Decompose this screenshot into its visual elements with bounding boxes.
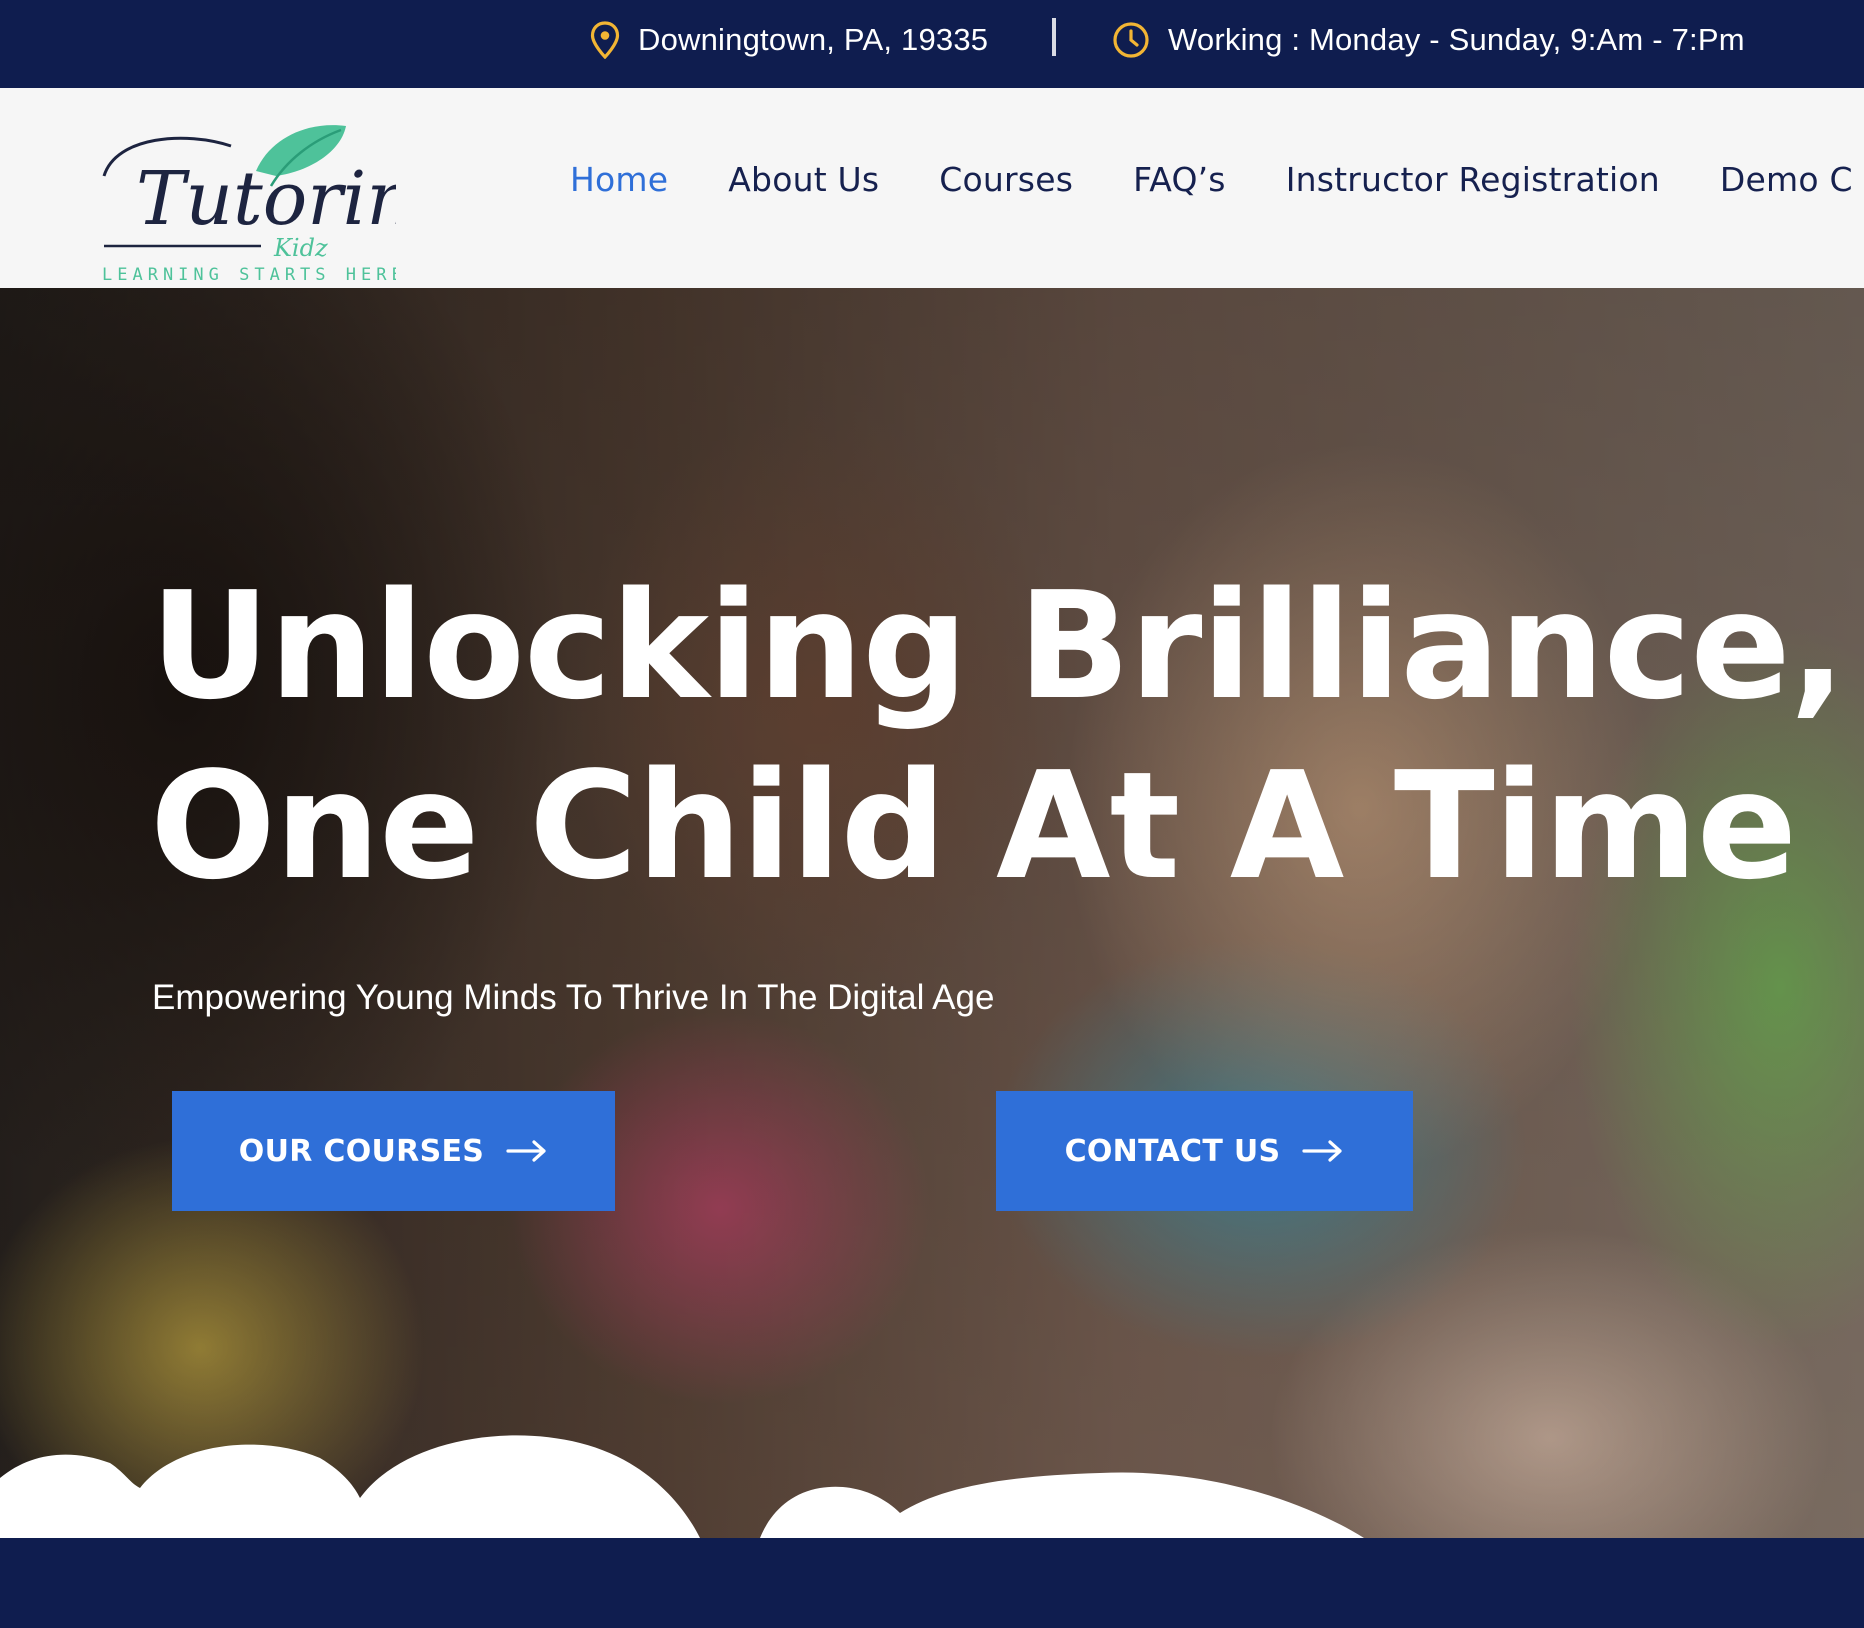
map-pin-icon [590,21,620,59]
hours-text: Working : Monday - Sunday, 9:Am - 7:Pm [1168,22,1745,57]
location-text: Downingtown, PA, 19335 [638,22,989,57]
logo-tagline: LEARNING STARTS HERE [102,265,396,285]
bottom-band [0,1538,1864,1628]
hero-title-line2: One Child At A Time [150,740,1797,912]
hero-section: Unlocking Brilliance, One Child At A Tim… [0,288,1864,1538]
logo-title: Tutoring [136,156,396,242]
top-info-bar: Downingtown, PA, 19335 Working : Monday … [0,0,1864,88]
contact-us-label: CONTACT US [1064,1133,1281,1169]
topbar-divider [1052,18,1056,56]
nav-about-us[interactable]: About Us [728,160,879,199]
cloud-divider [0,1435,1364,1538]
hero-subtitle: Empowering Young Minds To Thrive In The … [152,978,995,1017]
our-courses-label: OUR COURSES [238,1133,485,1169]
main-nav: Home About Us Courses FAQ’s Instructor R… [570,160,1864,199]
nav-demo-class[interactable]: Demo C [1720,160,1853,199]
clock-icon [1113,22,1149,58]
hero-title: Unlocking Brilliance, One Child At A Tim… [150,556,1850,916]
site-header: Tutoring Kidz LEARNING STARTS HERE Home … [0,88,1864,288]
site-logo[interactable]: Tutoring Kidz LEARNING STARTS HERE [96,116,396,296]
hours-info: Working : Monday - Sunday, 9:Am - 7:Pm [1112,0,1745,80]
location-info: Downingtown, PA, 19335 [590,0,988,80]
arrow-right-icon [1302,1140,1343,1162]
nav-instructor-registration[interactable]: Instructor Registration [1286,160,1660,199]
nav-home[interactable]: Home [570,160,668,199]
contact-us-button[interactable]: CONTACT US [996,1091,1413,1211]
our-courses-button[interactable]: OUR COURSES [172,1091,615,1211]
nav-courses[interactable]: Courses [939,160,1073,199]
hero-title-line1: Unlocking Brilliance, [150,560,1846,732]
nav-faqs[interactable]: FAQ’s [1133,160,1226,199]
arrow-right-icon [506,1140,546,1162]
logo-subtitle: Kidz [273,234,328,262]
